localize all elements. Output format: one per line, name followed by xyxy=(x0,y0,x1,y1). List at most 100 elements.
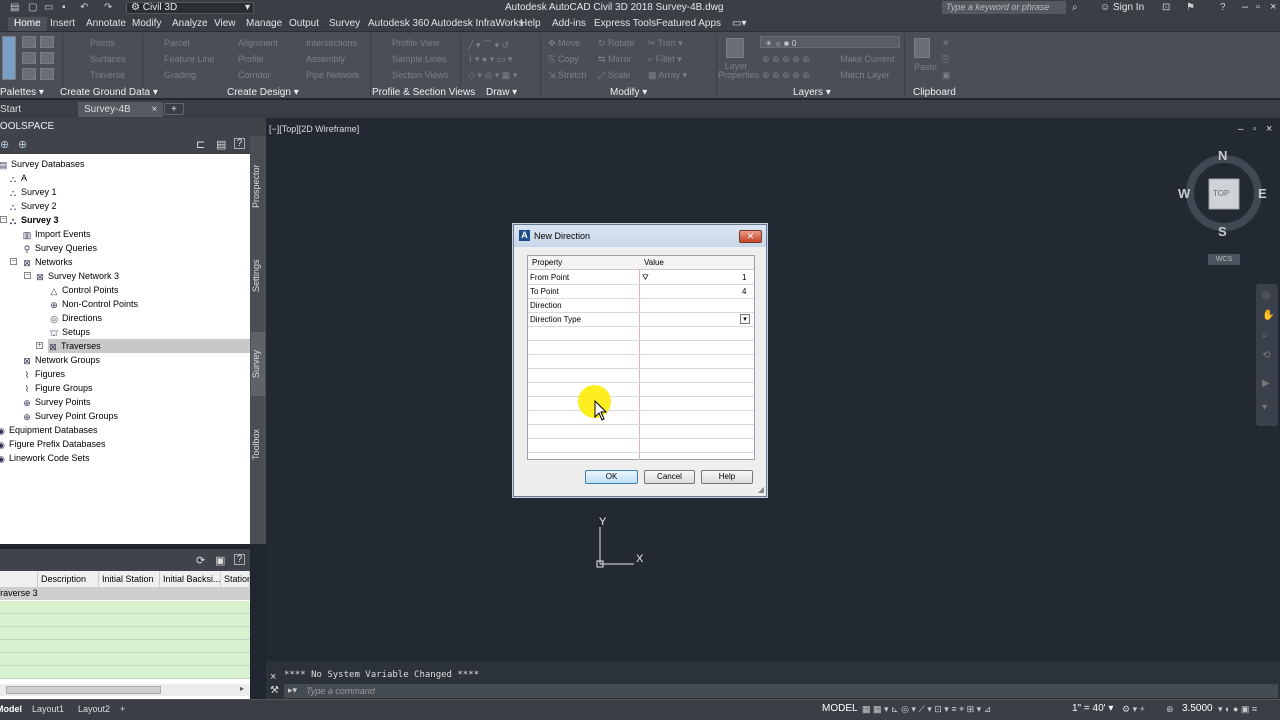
tab-annotate[interactable]: Annotate xyxy=(80,17,132,31)
tree-item-network-groups[interactable]: ⊠ Network Groups xyxy=(22,353,100,367)
tree-item-networks[interactable]: ⊠ Networks xyxy=(22,255,72,269)
make-current-button[interactable]: Make Current xyxy=(840,54,895,64)
table-row[interactable]: Traverse 3 xyxy=(0,587,250,600)
palettes-icon[interactable] xyxy=(2,36,16,80)
scroll-right-icon[interactable]: ▸ xyxy=(240,684,244,693)
tab-model[interactable]: Model xyxy=(0,704,22,714)
tab-home[interactable]: Home xyxy=(8,17,47,31)
palette-tool-icon[interactable] xyxy=(22,36,36,48)
column-header-name[interactable] xyxy=(0,571,38,587)
tab-analyze[interactable]: Analyze xyxy=(166,17,214,31)
clipboard-tools-icon[interactable]: ⎘ xyxy=(942,54,949,65)
isolate-icon[interactable]: ⊛ xyxy=(1166,704,1174,715)
refresh-icon[interactable]: ⟳ xyxy=(196,554,205,567)
section-views-button[interactable]: Section Views xyxy=(392,70,448,80)
tree-item-survey-network-3[interactable]: ⊠ Survey Network 3 xyxy=(35,269,119,283)
vtab-survey[interactable]: Survey xyxy=(251,332,265,396)
tab-add-ins[interactable]: Add-ins xyxy=(546,17,592,31)
new-tab-button[interactable]: + xyxy=(164,103,184,115)
sign-in-button[interactable]: ☺ Sign In xyxy=(1100,2,1144,13)
property-row-to-point[interactable]: To Point 4 xyxy=(528,285,754,299)
tab-insert[interactable]: Insert xyxy=(44,17,81,31)
grid-icon[interactable]: ▦ ▦ ▾ ⊾ ◎ ▾ ⟋ ▾ ⊡ ▾ ≡ ⌖ ⊞ ▾ ⊿ xyxy=(862,704,991,715)
magnify-icon[interactable]: ⊕ xyxy=(18,138,27,151)
tree-item-figure-prefix-databases[interactable]: ◉ Figure Prefix Databases xyxy=(0,437,106,451)
collapse-icon[interactable]: − xyxy=(0,216,7,223)
surfaces-button[interactable]: Surfaces xyxy=(90,54,126,64)
viewport-controls[interactable]: [−][Top][2D Wireframe] xyxy=(269,124,359,134)
line-tool-icon[interactable]: ╱ ▾ ⌒ ▾ ↺ xyxy=(468,38,509,51)
elevation-value[interactable]: 3.5000 xyxy=(1182,703,1213,714)
drawing-viewport[interactable] xyxy=(266,118,1280,661)
table-row[interactable] xyxy=(0,627,250,640)
pipe-network-button[interactable]: Pipe Network xyxy=(306,70,360,80)
tab-view[interactable]: View xyxy=(208,17,242,31)
viewport-close-button[interactable]: × xyxy=(1266,123,1272,135)
redo-icon[interactable]: ↷ xyxy=(104,2,112,13)
panel-clipboard[interactable]: Clipboard xyxy=(913,87,956,98)
intersections-button[interactable]: Intersections xyxy=(306,38,357,48)
layer-tools-icon[interactable]: ⊛ ⊛ ⊛ ⊛ ⊛ xyxy=(762,54,810,65)
palette-tool-icon[interactable] xyxy=(40,36,54,48)
compass-north[interactable]: N xyxy=(1218,148,1227,163)
match-layer-button[interactable]: Match Layer xyxy=(840,70,890,80)
table-row[interactable] xyxy=(0,653,250,666)
pan-icon[interactable]: ✋ xyxy=(1262,310,1274,321)
assembly-button[interactable]: Assembly xyxy=(306,54,345,64)
paste-icon[interactable] xyxy=(914,38,930,58)
viewport-minimize-button[interactable]: – xyxy=(1238,124,1244,135)
column-header-station[interactable]: Station xyxy=(221,571,250,587)
steering-wheel-icon[interactable]: ◎ xyxy=(1262,290,1271,301)
grading-button[interactable]: Grading xyxy=(164,70,196,80)
close-icon[interactable]: × xyxy=(270,671,276,683)
orbit-icon[interactable]: ⟲ xyxy=(1262,350,1270,361)
model-space-button[interactable]: MODEL xyxy=(822,703,858,714)
panel-create-design[interactable]: Create Design ▾ xyxy=(227,87,299,98)
column-header-initial-backsight[interactable]: Initial Backsi... xyxy=(160,571,221,587)
list-view-icon[interactable]: ▤ xyxy=(216,138,226,151)
compass-east[interactable]: E xyxy=(1258,186,1267,201)
polyline-tool-icon[interactable]: ⌇ ▾ ● ▾ ▭ ▾ xyxy=(468,54,512,65)
hatch-tool-icon[interactable]: ◇ ▾ ◎ ▾ ▦ ▾ xyxy=(468,70,517,81)
compass-west[interactable]: W xyxy=(1178,186,1190,201)
tab-overflow-icon[interactable]: ▭▾ xyxy=(726,17,752,31)
status-tools-icon[interactable]: ▾ ◐ ● ▣ ≡ xyxy=(1218,704,1257,715)
direction-type-dropdown[interactable]: ▾ xyxy=(740,314,750,324)
tree-item-survey-point-groups[interactable]: ⊕ Survey Point Groups xyxy=(22,409,118,423)
cancel-button[interactable]: Cancel xyxy=(644,470,695,484)
points-button[interactable]: Points xyxy=(90,38,115,48)
tree-item-survey-points[interactable]: ⊕ Survey Points xyxy=(22,395,90,409)
alignment-button[interactable]: Alignment xyxy=(238,38,278,48)
profile-view-button[interactable]: Profile View xyxy=(392,38,439,48)
copy-button[interactable]: ⎘ Copy xyxy=(548,54,579,65)
tree-view-icon[interactable]: ⊏ xyxy=(196,138,205,151)
search-input[interactable]: Type a keyword or phrase xyxy=(942,1,1066,14)
close-button[interactable]: × xyxy=(1270,1,1276,13)
panel-draw[interactable]: Draw ▾ xyxy=(486,87,517,98)
cart-icon[interactable]: ⊡ xyxy=(1162,2,1170,13)
property-row-from-point[interactable]: From Point ⛛ 1 xyxy=(528,271,754,285)
wcs-dropdown[interactable]: WCS xyxy=(1208,254,1240,265)
collapse-icon[interactable]: − xyxy=(24,272,31,279)
tab-layout1[interactable]: Layout1 xyxy=(32,704,64,714)
palette-tool-icon[interactable] xyxy=(22,68,36,80)
viewcube-top-face[interactable]: TOP xyxy=(1213,189,1229,198)
mirror-button[interactable]: ⇆ Mirror xyxy=(598,54,632,65)
property-row-direction[interactable]: Direction xyxy=(528,299,754,313)
showmotion-icon[interactable]: ▶ xyxy=(1262,378,1270,389)
column-header-initial-station[interactable]: Initial Station xyxy=(99,571,160,587)
parcel-button[interactable]: Parcel xyxy=(164,38,190,48)
open-icon[interactable]: ▭ xyxy=(44,2,53,13)
tree-item-a[interactable]: ⛬ A xyxy=(8,171,27,185)
paste-button[interactable]: Paste xyxy=(914,62,937,72)
command-input[interactable]: Type a command xyxy=(284,684,1278,698)
maximize-button[interactable]: ▫ xyxy=(1256,1,1260,13)
stretch-button[interactable]: ⇲ Stretch xyxy=(548,70,587,81)
pick-point-icon[interactable]: ⛛ xyxy=(642,271,649,284)
table-row[interactable] xyxy=(0,640,250,653)
vtab-prospector[interactable]: Prospector xyxy=(251,156,265,216)
collapse-icon[interactable]: − xyxy=(10,258,17,265)
palette-tool-icon[interactable] xyxy=(40,68,54,80)
exchange-icon[interactable]: ⚑ xyxy=(1186,2,1195,13)
help-icon[interactable]: ? xyxy=(1220,2,1226,13)
